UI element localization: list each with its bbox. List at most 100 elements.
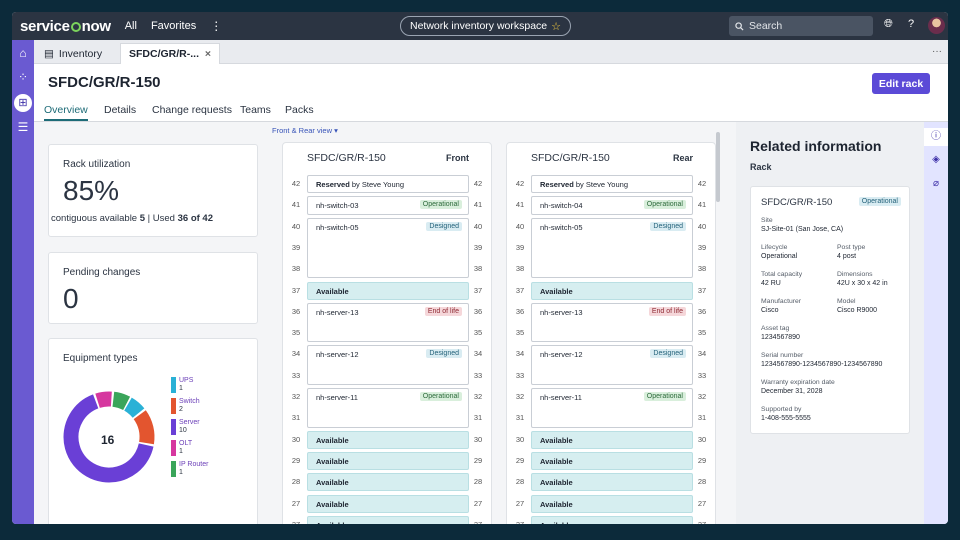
status-badge: End of life [424,306,462,316]
all-menu[interactable]: All [125,20,137,32]
rack-front-view: SFDC/GR/R-150 Front 42 42 41 41 40 40 39 39 38 38… [282,142,492,524]
rack-unit-number: 27 [515,498,525,508]
available-slot[interactable]: Available [531,473,693,492]
home-icon[interactable]: ⌂ [12,46,34,60]
rack-unit-number: 28 [697,477,707,487]
rack-unit-number: 35 [515,328,525,338]
status-badge: End of life [648,306,686,316]
tab-inventory[interactable]: ▤ Inventory [36,43,110,64]
tab-teams[interactable]: Teams [240,104,271,116]
legend-item[interactable]: IP Router 1 [171,461,209,477]
rack-unit-number: 27 [287,520,305,524]
legend-item[interactable]: OLT 1 [171,440,192,456]
legend-label: IP Router [179,461,209,468]
available-slot[interactable]: Available [307,451,469,471]
model-value: Cisco R9000 [837,307,878,314]
available-slot[interactable]: Available [307,281,469,300]
available-slot[interactable]: Available [307,473,469,492]
rack-unit-number: 41 [697,200,707,210]
scrollbar[interactable] [716,132,720,202]
rack-unit-number: 37 [291,285,301,295]
rack-device-slot[interactable]: nh-server-13 End of life [531,302,693,343]
favorites-menu[interactable]: Favorites [151,20,196,32]
rack-device-slot[interactable]: Reserved by Steve Young [307,175,469,194]
available-slot[interactable]: Available [531,451,693,471]
device-name: Available [316,456,349,466]
available-slot[interactable]: Available [531,515,693,524]
rack-unit-number: 27 [473,498,483,508]
rack-unit-number: 38 [473,264,483,274]
rack-unit-number: 29 [291,455,301,465]
rack-device-slot[interactable]: nh-switch-04 Operational [531,196,693,215]
rack-device-slot[interactable]: nh-server-11 Operational [307,388,469,428]
available-slot[interactable]: Available [531,494,693,513]
manufacturer-label: Manufacturer [761,298,802,305]
inventory-icon[interactable]: ⊞ [14,94,32,112]
workspace-selector[interactable]: Network inventory workspace ☆ [400,16,572,36]
rack-unit-number: 42 [473,179,483,188]
available-slot[interactable]: Available [531,430,693,449]
available-slot[interactable]: Available [307,430,469,449]
rack-device-slot[interactable]: nh-server-12 Designed [531,345,693,385]
status-badge: Designed [650,221,686,231]
available-slot[interactable]: Available [307,494,469,513]
rack-unit-number: 29 [515,455,525,465]
rack-unit-number: 42 [291,179,301,188]
tab-change-requests[interactable]: Change requests [152,104,232,116]
status-badge: Designed [650,349,686,359]
star-icon[interactable]: ☆ [551,20,561,33]
graduation-cap-icon[interactable]: ◈ [924,154,948,165]
rack-unit-number: 40 [473,221,483,231]
available-slot[interactable]: Available [307,515,469,524]
rack-device-slot[interactable]: nh-server-13 End of life [307,302,469,343]
more-tabs-icon[interactable]: ··· [932,46,942,57]
device-name: Available [540,478,573,488]
asset-tag-value: 1234567890 [761,334,800,341]
rack-rear-view: SFDC/GR/R-150 Rear 42 42 41 41 40 40 39 39 38 38 3… [506,142,716,524]
dimensions-label: Dimensions [837,271,873,278]
tab-overview[interactable]: Overview [44,104,88,121]
pending-changes-card: Pending changes 0 [48,252,258,324]
edit-rack-button[interactable]: Edit rack [872,73,930,94]
paperclip-icon[interactable]: ⌀ [924,178,948,189]
post-type-label: Post type [837,244,866,251]
device-name: nh-server-12 [540,350,583,360]
help-icon[interactable]: ? [908,18,914,30]
rack-unit-number: 34 [291,349,301,359]
rack-device-slot[interactable]: nh-server-12 Designed [307,345,469,385]
user-avatar[interactable] [928,17,945,34]
device-name: nh-server-13 [540,307,583,317]
tab-packs[interactable]: Packs [285,104,314,116]
servicenow-logo[interactable]: service now [20,18,111,35]
rack-device-slot[interactable]: Reserved by Steve Young [531,175,693,194]
globe-icon[interactable]: 🌐︎ [884,18,893,31]
card-title: Pending changes [63,267,141,278]
legend-item[interactable]: Server 10 [171,419,200,435]
list-icon[interactable]: ☰ [12,120,34,134]
rack-device-slot[interactable]: nh-server-11 Operational [531,388,693,428]
rack-unit-number: 36 [473,306,483,316]
tab-rack[interactable]: SFDC/GR/R-... × [120,43,220,64]
rack-unit-number: 34 [515,349,525,359]
global-search-input[interactable]: Search [729,16,873,36]
front-rear-view-dropdown[interactable]: Front & Rear view ▾ [272,126,338,135]
info-icon[interactable]: ⓘ [924,128,948,146]
tab-details[interactable]: Details [104,104,136,116]
more-vertical-icon[interactable]: ⋮ [210,19,222,33]
legend-item[interactable]: UPS 1 [171,377,193,393]
reserved-label: Reserved by Steve Young [316,180,404,189]
rack-device-slot[interactable]: nh-switch-03 Operational [307,196,469,215]
close-icon[interactable]: × [205,48,211,60]
search-icon [735,21,744,31]
rack-unit-number: 32 [473,392,483,401]
rack-unit-number: 29 [473,455,483,465]
available-slot[interactable]: Available [531,281,693,300]
status-badge: Operational [419,392,462,401]
warranty-label: Warranty expiration date [761,379,835,386]
rack-device-slot[interactable]: nh-switch-05 Designed [307,217,469,279]
apps-icon[interactable]: ⁘ [12,70,34,84]
rack-device-slot[interactable]: nh-switch-05 Designed [531,217,693,279]
reserved-label: Reserved by Steve Young [540,180,628,189]
legend-item[interactable]: Switch 2 [171,398,200,414]
reserved-text: Reserved [316,180,350,189]
